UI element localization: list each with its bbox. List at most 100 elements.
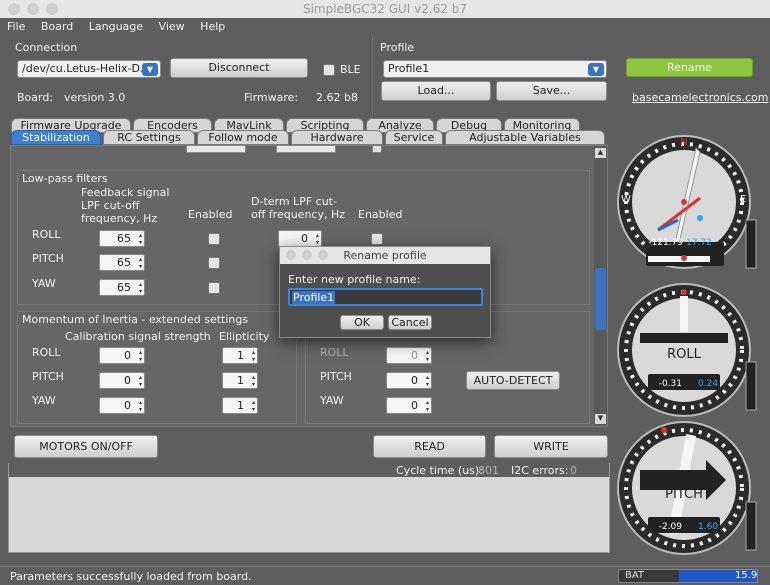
menu-help[interactable]: Help xyxy=(200,20,225,33)
dterm-roll-enabled-checkbox[interactable] xyxy=(371,233,383,245)
auto-pitch-input[interactable]: 0 xyxy=(386,372,432,389)
write-button[interactable]: WRITE xyxy=(494,435,608,458)
menu-language[interactable]: Language xyxy=(89,20,143,33)
lpf-roll-input[interactable]: 65 xyxy=(99,230,145,247)
partial-field[interactable] xyxy=(186,145,246,153)
ok-button[interactable]: OK xyxy=(340,315,384,330)
read-button[interactable]: READ xyxy=(373,435,486,458)
ellipticity-yaw-input[interactable]: 1 xyxy=(222,397,258,414)
auto-row-label: ROLL xyxy=(320,346,349,359)
port-select[interactable]: /dev/cu.Letus-Helix-D... ▼ xyxy=(17,60,161,78)
board-version: version 3.0 xyxy=(64,91,126,104)
scrollbar[interactable]: ▲ ▼ xyxy=(594,146,607,426)
tab-rc-settings[interactable]: RC Settings xyxy=(103,130,195,145)
save-profile-button[interactable]: Save... xyxy=(496,81,607,101)
auto-detect-button[interactable]: AUTO-DETECT xyxy=(466,371,560,390)
section-divider xyxy=(372,38,373,114)
moi-title: Momentum of Inertia - extended settings xyxy=(22,313,249,326)
auto-yaw-input[interactable]: 0 xyxy=(386,397,432,414)
lpf-enabled-header-2: Enabled xyxy=(358,208,403,221)
partial-checkbox[interactable] xyxy=(372,145,382,153)
moi-yaw-input[interactable]: 0 xyxy=(99,397,145,414)
auto-row-label: PITCH xyxy=(320,370,352,383)
tab-service[interactable]: Service xyxy=(385,130,443,145)
tab-stabilization[interactable]: Stabilization xyxy=(11,130,101,145)
profile-select[interactable]: Profile1 ▼ xyxy=(383,60,607,78)
tab-adjustable-variables[interactable]: Adjustable Variables xyxy=(445,130,605,145)
profile-name-value: Profile1 xyxy=(292,291,336,304)
menu-view[interactable]: View xyxy=(159,20,185,33)
lpf-dterm-header: D-term LPF cut-off frequency, Hz xyxy=(251,195,346,221)
dialog-titlebar: Rename profile xyxy=(280,247,490,264)
pitch-label: PITCH xyxy=(665,487,703,502)
dialog-close-icon[interactable] xyxy=(286,250,296,260)
cycle-time-value: 801 xyxy=(478,464,499,477)
website-link[interactable]: basecamelectronics.com xyxy=(632,91,769,104)
dialog-minimize-icon[interactable] xyxy=(302,250,312,260)
partial-field[interactable] xyxy=(276,145,336,153)
chevron-down-icon: ▼ xyxy=(588,63,604,76)
pitch-angle: -2.09 xyxy=(659,522,683,532)
firmware-label: Firmware: xyxy=(244,91,299,104)
battery-value: 15.9 xyxy=(735,570,758,581)
lpf-row-label: ROLL xyxy=(32,228,61,241)
roll-label: ROLL xyxy=(667,347,702,362)
dialog-zoom-icon[interactable] xyxy=(318,250,328,260)
menu-board[interactable]: Board xyxy=(41,20,73,33)
yaw-compass: N W E -121.79 17.72 xyxy=(617,135,757,269)
tab-hardware[interactable]: Hardware xyxy=(291,130,383,145)
scroll-thumb[interactable] xyxy=(595,268,606,330)
status-message: Parameters successfully loaded from boar… xyxy=(10,570,252,583)
close-window-icon[interactable] xyxy=(8,3,20,15)
motors-toggle-button[interactable]: MOTORS ON/OFF xyxy=(14,435,158,458)
dialog-prompt: Enter new profile name: xyxy=(288,273,421,286)
menu-bar: File Board Language View Help xyxy=(0,18,770,36)
profile-label: Profile xyxy=(380,41,415,54)
moi-pitch-input[interactable]: 0 xyxy=(99,372,145,389)
lpf-roll-enabled-checkbox[interactable] xyxy=(208,233,220,245)
lpf-enabled-header: Enabled xyxy=(188,208,233,221)
rename-profile-dialog: Rename profile Enter new profile name: P… xyxy=(279,246,491,338)
battery-label: BAT xyxy=(625,570,645,581)
disconnect-button[interactable]: Disconnect xyxy=(170,58,308,78)
cancel-button[interactable]: Cancel xyxy=(388,315,432,330)
auto-roll-input[interactable]: 0 xyxy=(386,347,432,364)
lpf-yaw-enabled-checkbox[interactable] xyxy=(208,282,220,294)
lpf-yaw-input[interactable]: 65 xyxy=(99,279,145,296)
ble-label: BLE xyxy=(340,63,361,76)
scroll-down-icon[interactable]: ▼ xyxy=(595,414,606,424)
lpf-pitch-input[interactable]: 65 xyxy=(99,254,145,271)
yaw-angle: -121.79 xyxy=(648,238,683,248)
ellipticity-pitch-input[interactable]: 1 xyxy=(222,372,258,389)
moi-ellipticity-header: Ellipticity xyxy=(219,330,270,343)
lpf-title: Low-pass filters xyxy=(22,172,108,185)
pitch-gauge: PITCH -2.09 1.60 xyxy=(617,421,757,555)
board-label: Board: xyxy=(17,91,54,104)
window-titlebar: SimpleBGC32 GUI v2.62 b7 xyxy=(0,0,770,18)
lpf-row-label: YAW xyxy=(32,277,56,290)
cycle-time-label: Cycle time (us): xyxy=(396,464,483,477)
menu-file[interactable]: File xyxy=(7,20,25,33)
firmware-version: 2.62 b8 xyxy=(316,91,358,104)
ellipticity-roll-input[interactable]: 1 xyxy=(222,347,258,364)
window-title: SimpleBGC32 GUI v2.62 b7 xyxy=(302,2,468,16)
moi-roll-input[interactable]: 0 xyxy=(99,347,145,364)
moi-calibration-header: Calibration signal strength xyxy=(65,330,211,343)
lpf-pitch-enabled-checkbox[interactable] xyxy=(208,257,220,269)
lpf-feedback-header: Feedback signal LPF cut-off frequency, H… xyxy=(81,186,170,225)
rename-button[interactable]: Rename xyxy=(626,58,753,77)
i2c-errors-label: I2C errors: xyxy=(511,464,569,477)
moi-row-label: YAW xyxy=(32,394,56,407)
profile-value: Profile1 xyxy=(388,62,430,75)
minimize-window-icon[interactable] xyxy=(27,3,39,15)
scroll-up-icon[interactable]: ▲ xyxy=(595,148,606,158)
auto-row-label: YAW xyxy=(320,394,344,407)
tab-follow-mode[interactable]: Follow mode xyxy=(197,130,289,145)
zoom-window-icon[interactable] xyxy=(46,3,58,15)
profile-name-input[interactable]: Profile1 xyxy=(288,288,483,306)
i2c-errors-value: 0 xyxy=(570,464,577,477)
load-profile-button[interactable]: Load... xyxy=(381,81,491,101)
yaw-rate: 17.72 xyxy=(686,238,712,248)
ble-checkbox[interactable] xyxy=(323,64,335,76)
dterm-roll-input[interactable]: 0 xyxy=(278,230,322,247)
